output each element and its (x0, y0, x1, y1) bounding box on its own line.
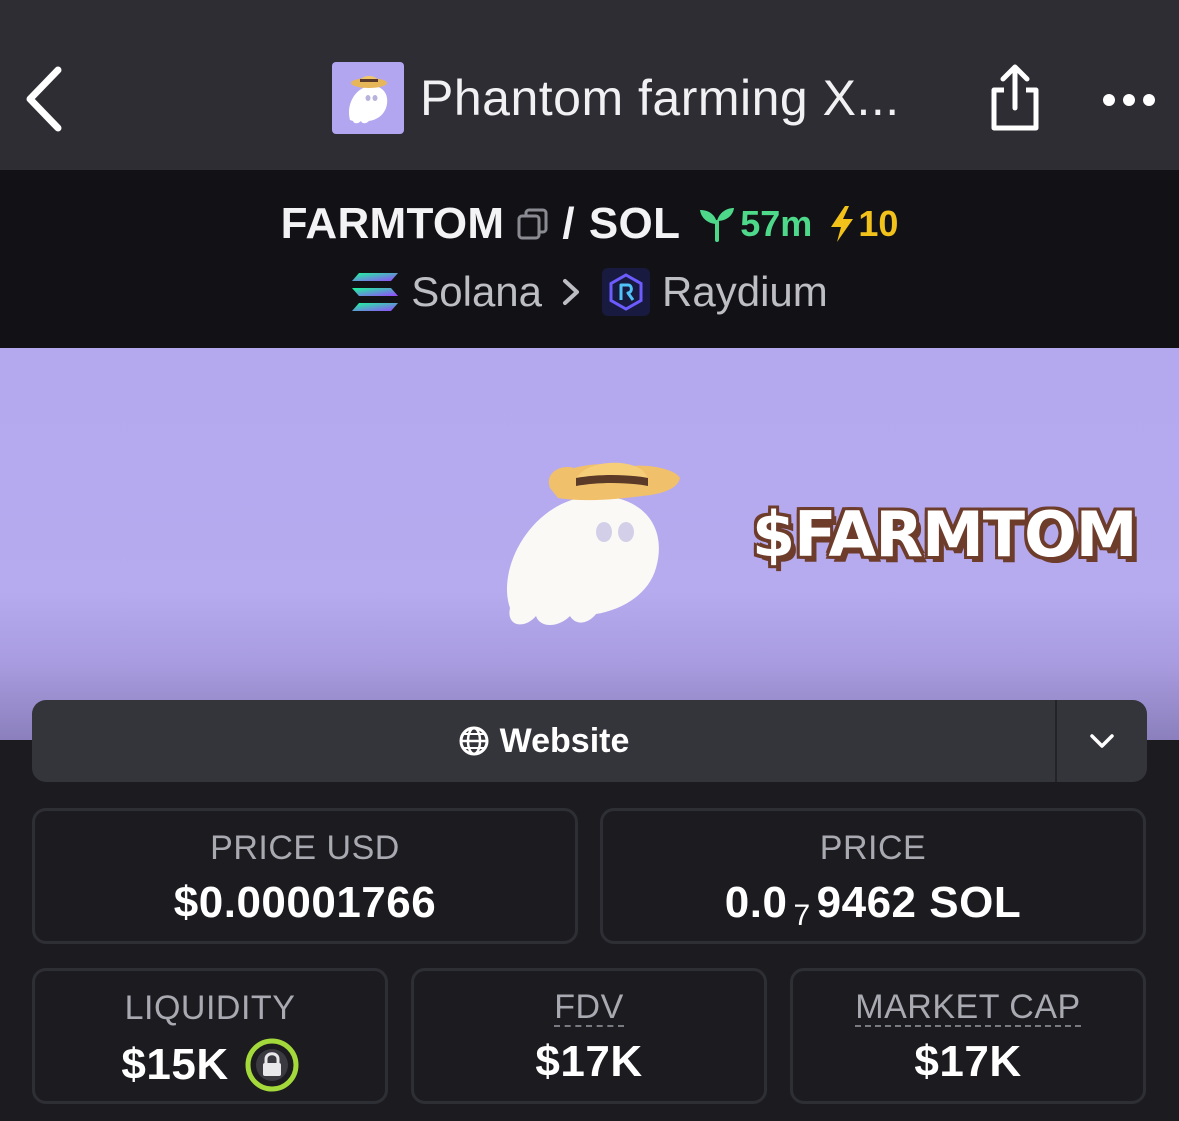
more-button[interactable] (1098, 80, 1160, 120)
page-title: Phantom farming X... (420, 70, 900, 126)
globe-icon (459, 726, 489, 756)
share-icon (991, 64, 1039, 131)
top-nav-bar: Phantom farming X... (0, 0, 1179, 170)
lock-icon[interactable] (245, 1038, 299, 1092)
fdv-label[interactable]: FDV (554, 989, 624, 1027)
pair-age: 57m (698, 203, 812, 245)
price-usd-value: $0.00001766 (173, 878, 437, 927)
back-button[interactable] (20, 62, 70, 136)
links-bar: Website (32, 700, 1147, 782)
website-button[interactable]: Website (32, 700, 1057, 782)
website-label: Website (499, 721, 630, 760)
price-native-zero-count: 7 (793, 899, 811, 932)
banner-ticker-text: $FARMTOM (752, 498, 1137, 571)
copy-icon[interactable] (516, 207, 550, 241)
share-button[interactable] (986, 62, 1044, 136)
pair-header: FARMTOM / SOL 57m 10 (0, 196, 1179, 252)
chevron-right-icon (563, 279, 580, 305)
lightning-icon (831, 206, 854, 242)
price-native-prefix: 0.0 (724, 878, 788, 927)
chevron-down-icon (1090, 734, 1114, 748)
price-native-unit: SOL (929, 878, 1022, 927)
price-usd-card: PRICE USD $0.00001766 (32, 808, 578, 944)
liquidity-value: $15K (121, 1040, 229, 1089)
fdv-card: FDV $17K (411, 968, 767, 1104)
base-token-symbol: FARMTOM (280, 199, 505, 248)
price-usd-label: PRICE USD (210, 829, 400, 867)
chevron-left-icon (26, 66, 62, 132)
solana-logo-icon[interactable] (351, 272, 399, 312)
market-cap-label[interactable]: MARKET CAP (855, 989, 1081, 1027)
token-title: Phantom farming X... (332, 62, 900, 134)
price-native-value: 0.0 7 9462 SOL (603, 878, 1143, 933)
ellipsis-icon (1103, 94, 1155, 106)
market-cap-value: $17K (914, 1037, 1022, 1086)
fdv-value: $17K (535, 1037, 643, 1086)
boost-badge[interactable]: 10 (828, 203, 898, 245)
seedling-icon (700, 208, 735, 242)
raydium-logo-icon[interactable] (602, 268, 651, 316)
token-logo (332, 62, 404, 134)
boost-count: 10 (858, 203, 899, 244)
pair-age-value: 57m (740, 203, 813, 244)
ghost-farmer-icon (348, 76, 388, 124)
ghost-farmer-icon (506, 462, 680, 625)
raydium-hex-icon (609, 273, 643, 311)
price-native-card: PRICE 0.0 7 9462 SOL (600, 808, 1146, 944)
price-native-digits: 9462 (816, 878, 917, 927)
chain-name[interactable]: Solana (411, 268, 542, 316)
price-native-label: PRICE (819, 829, 927, 867)
token-banner: $FARMTOM (0, 348, 1179, 740)
links-dropdown-button[interactable] (1057, 700, 1147, 782)
liquidity-label: LIQUIDITY (124, 989, 296, 1027)
pair-separator: / (562, 199, 575, 248)
quote-token-symbol: SOL (588, 199, 681, 248)
market-cap-card: MARKET CAP $17K (790, 968, 1146, 1104)
dex-name[interactable]: Raydium (662, 268, 828, 316)
liquidity-card: LIQUIDITY $15K (32, 968, 388, 1104)
breadcrumb: Solana Raydium (0, 264, 1179, 320)
